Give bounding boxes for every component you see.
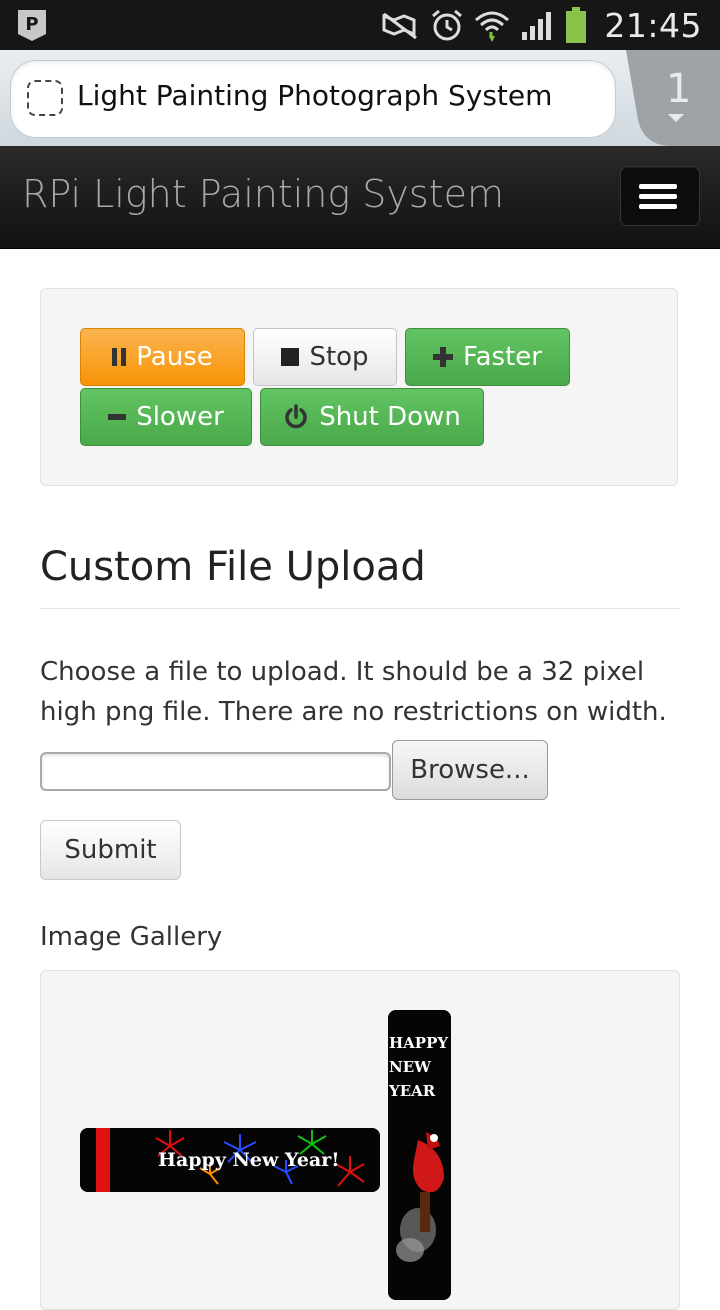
power-icon — [285, 404, 307, 429]
hamburger-menu-icon-bar — [639, 204, 677, 209]
p-notification-icon: P — [18, 10, 46, 41]
upload-instructions: Choose a file to upload. It should be a … — [40, 657, 667, 727]
shutdown-label: Shut Down — [319, 402, 461, 432]
mute-icon — [382, 12, 418, 40]
minus-icon — [108, 414, 127, 420]
browse-button[interactable]: Browse... — [392, 740, 548, 800]
santa-image: HAPPY NEW YEAR — [388, 1010, 451, 1300]
menu-toggle-button[interactable] — [620, 166, 700, 226]
page-title: Light Painting Photograph System — [77, 79, 553, 112]
file-path-field[interactable] — [40, 752, 391, 791]
gallery-image-happy-new-year-vertical[interactable]: HAPPY NEW YEAR — [388, 1010, 451, 1300]
pause-button[interactable]: Pause — [80, 328, 245, 386]
gallery-image-caption: Happy New Year! — [158, 1149, 340, 1171]
faster-label: Faster — [463, 342, 542, 372]
gallery-image-happy-new-year[interactable]: Happy New Year! — [80, 1128, 380, 1192]
signal-icon — [522, 12, 552, 40]
upload-heading: Custom File Upload — [40, 544, 426, 590]
browser-toolbar: Light Painting Photograph System — [0, 50, 720, 146]
stop-icon — [281, 348, 300, 366]
hamburger-menu-icon-bar — [639, 194, 677, 199]
controls-panel — [40, 288, 678, 486]
divider — [40, 608, 680, 609]
slower-button[interactable]: Slower — [80, 388, 252, 446]
pause-label: Pause — [136, 342, 213, 372]
stop-button[interactable]: Stop — [253, 328, 397, 386]
shutdown-button[interactable]: Shut Down — [260, 388, 484, 446]
address-bar[interactable]: Light Painting Photograph System — [10, 60, 616, 138]
alarm-icon — [432, 9, 463, 41]
stop-label: Stop — [309, 342, 369, 372]
fireworks-image: Happy New Year! — [80, 1128, 380, 1192]
favicon-placeholder-icon — [27, 80, 63, 116]
clock: 21:45 — [604, 5, 702, 45]
pause-icon — [112, 348, 127, 366]
gallery-label: Image Gallery — [40, 922, 223, 952]
wifi-icon — [475, 11, 510, 42]
submit-button[interactable]: Submit — [40, 820, 181, 880]
tab-count: 1 — [666, 66, 692, 112]
hamburger-menu-icon — [639, 184, 677, 189]
slower-label: Slower — [136, 402, 224, 432]
svg-text:P: P — [25, 14, 38, 35]
battery-icon — [566, 7, 587, 43]
status-bar: P 21:45 — [0, 0, 720, 50]
faster-button[interactable]: Faster — [405, 328, 570, 386]
plus-icon — [433, 347, 454, 367]
site-navbar: RPi Light Painting System — [0, 146, 720, 249]
brand-title[interactable]: RPi Light Painting System — [22, 172, 504, 216]
